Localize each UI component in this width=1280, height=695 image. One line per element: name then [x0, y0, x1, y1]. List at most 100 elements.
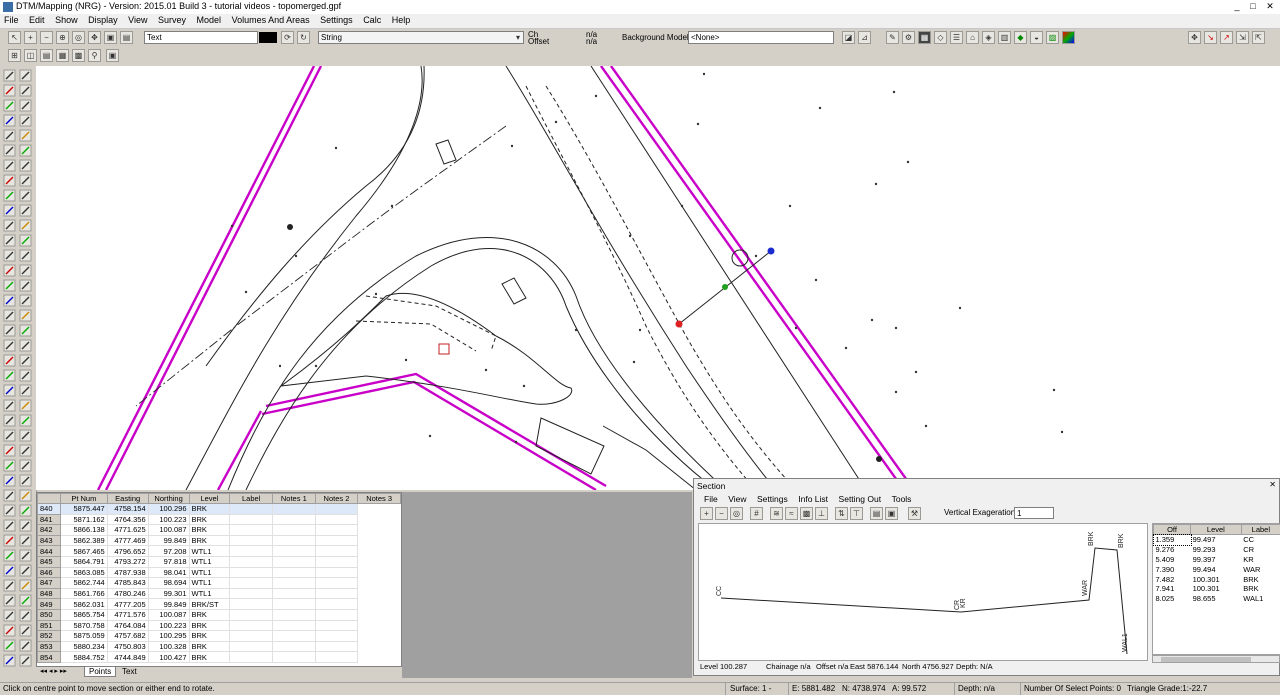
- table-cell[interactable]: 100.301: [1191, 574, 1242, 584]
- table-row[interactable]: 8445867.4654796.65297.208WTL1: [38, 546, 401, 557]
- table-cell[interactable]: CC: [1241, 535, 1280, 545]
- table-cell[interactable]: BRK: [189, 631, 230, 642]
- table-cell[interactable]: [273, 546, 316, 557]
- tool-icon[interactable]: ▩: [72, 49, 85, 62]
- section-close-button[interactable]: ✕: [1269, 480, 1276, 489]
- plan-view-drawing[interactable]: [36, 66, 1280, 490]
- chevron-down-icon[interactable]: ▾: [513, 32, 523, 43]
- table-cell[interactable]: 98.655: [1191, 594, 1242, 604]
- table-cell[interactable]: 5875.059: [60, 631, 107, 642]
- column-header[interactable]: Label: [1241, 525, 1280, 535]
- menu-settings[interactable]: Settings: [316, 14, 357, 25]
- table-cell[interactable]: [273, 525, 316, 536]
- section-points-table[interactable]: Off Level Label 1.35999.497CC9.27699.293…: [1152, 523, 1280, 655]
- tool-icon[interactable]: ▤: [870, 507, 883, 520]
- maximize-button[interactable]: □: [1246, 1, 1260, 12]
- measure-icon[interactable]: ⊿: [858, 31, 871, 44]
- tool-icon[interactable]: ⇱: [1252, 31, 1265, 44]
- color-palette-icon[interactable]: [1062, 31, 1075, 44]
- table-cell[interactable]: [315, 620, 358, 631]
- table-cell[interactable]: [230, 535, 273, 546]
- section-table-row[interactable]: 5.40999.397KR: [1154, 555, 1280, 565]
- table-cell[interactable]: 99.494: [1191, 564, 1242, 574]
- table-cell[interactable]: 4744.849: [107, 652, 148, 663]
- select-arrow-icon[interactable]: ↖: [8, 31, 21, 44]
- table-cell[interactable]: [315, 514, 358, 525]
- column-header[interactable]: Level: [1191, 525, 1242, 535]
- section-table-row[interactable]: 9.27699.293CR: [1154, 545, 1280, 555]
- column-header[interactable]: Pt Num: [60, 494, 107, 504]
- row-number[interactable]: 850: [38, 609, 61, 620]
- tool-icon[interactable]: ▣: [106, 49, 119, 62]
- column-header[interactable]: Notes 3: [358, 494, 401, 504]
- table-cell[interactable]: 100.295: [148, 631, 189, 642]
- table-cell[interactable]: 99.849: [148, 535, 189, 546]
- table-cell[interactable]: 100.223: [148, 514, 189, 525]
- column-header[interactable]: Off: [1154, 525, 1191, 535]
- table-cell[interactable]: BRK/ST: [189, 599, 230, 610]
- tool-icon[interactable]: ◆: [1014, 31, 1027, 44]
- menu-calc[interactable]: Calc: [359, 14, 385, 25]
- table-cell[interactable]: 4785.843: [107, 578, 148, 589]
- table-cell[interactable]: [315, 641, 358, 652]
- tool-icon[interactable]: ▤: [40, 49, 53, 62]
- table-cell[interactable]: [273, 514, 316, 525]
- tool-icon[interactable]: ↗: [1220, 31, 1233, 44]
- table-cell[interactable]: [315, 535, 358, 546]
- tab-nav-arrows[interactable]: ◂◂ ◂ ▸ ▸▸: [40, 667, 67, 675]
- tool-icon[interactable]: ◈: [982, 31, 995, 44]
- tool-icon[interactable]: ⚒: [908, 507, 921, 520]
- table-cell[interactable]: 8.025: [1154, 594, 1191, 604]
- table-cell[interactable]: 100.087: [148, 609, 189, 620]
- table-row[interactable]: 8495862.0314777.20599.849BRK/ST: [38, 599, 401, 610]
- table-cell[interactable]: 5862.744: [60, 578, 107, 589]
- section-profile-plot[interactable]: CCCRKRWARBRKBRKWAL1: [698, 523, 1148, 661]
- table-cell[interactable]: [273, 599, 316, 610]
- menu-survey[interactable]: Survey: [154, 14, 190, 25]
- table-cell[interactable]: 100.328: [148, 641, 189, 652]
- table-cell[interactable]: [273, 578, 316, 589]
- redraw-icon[interactable]: ↻: [297, 31, 310, 44]
- table-cell[interactable]: 100.296: [148, 504, 189, 515]
- table-cell[interactable]: 5884.752: [60, 652, 107, 663]
- pan-icon[interactable]: ✥: [88, 31, 101, 44]
- column-header[interactable]: Level: [189, 494, 230, 504]
- table-cell[interactable]: [230, 609, 273, 620]
- refresh-icon[interactable]: ⟳: [281, 31, 294, 44]
- move-icon[interactable]: ✥: [1188, 31, 1201, 44]
- table-cell[interactable]: [315, 567, 358, 578]
- table-cell[interactable]: [230, 546, 273, 557]
- section-menu-setting-out[interactable]: Setting Out: [839, 494, 882, 504]
- section-table-row[interactable]: 7.941100.301BRK: [1154, 584, 1280, 594]
- table-cell[interactable]: WAR: [1241, 564, 1280, 574]
- tool-icon[interactable]: ▦: [918, 31, 931, 44]
- row-number[interactable]: 843: [38, 535, 61, 546]
- paste-icon[interactable]: ▤: [120, 31, 133, 44]
- table-cell[interactable]: [273, 567, 316, 578]
- table-row[interactable]: 8415871.1624764.356100.223BRK: [38, 514, 401, 525]
- table-cell[interactable]: WTL1: [189, 578, 230, 589]
- table-cell[interactable]: [273, 641, 316, 652]
- section-menu-file[interactable]: File: [704, 494, 718, 504]
- table-cell[interactable]: [273, 620, 316, 631]
- zoom-out-icon[interactable]: −: [40, 31, 53, 44]
- tool-icon[interactable]: ◒: [1030, 31, 1043, 44]
- table-cell[interactable]: 100.223: [148, 620, 189, 631]
- tool-icon[interactable]: ⚲: [88, 49, 101, 62]
- table-cell[interactable]: [273, 504, 316, 515]
- row-number[interactable]: 847: [38, 578, 61, 589]
- table-cell[interactable]: [230, 631, 273, 642]
- row-number[interactable]: 849: [38, 599, 61, 610]
- table-cell[interactable]: [230, 652, 273, 663]
- table-cell[interactable]: 5861.766: [60, 588, 107, 599]
- table-cell[interactable]: 5862.031: [60, 599, 107, 610]
- table-cell[interactable]: 97.818: [148, 556, 189, 567]
- tool-icon[interactable]: ⊤: [850, 507, 863, 520]
- table-row[interactable]: 8465863.0854787.93898.041WTL1: [38, 567, 401, 578]
- table-cell[interactable]: 4777.469: [107, 535, 148, 546]
- table-cell[interactable]: 9.276: [1154, 545, 1191, 555]
- drawing-canvas[interactable]: [36, 66, 1280, 490]
- column-header[interactable]: Northing: [148, 494, 189, 504]
- table-cell[interactable]: 5865.754: [60, 609, 107, 620]
- table-cell[interactable]: [315, 556, 358, 567]
